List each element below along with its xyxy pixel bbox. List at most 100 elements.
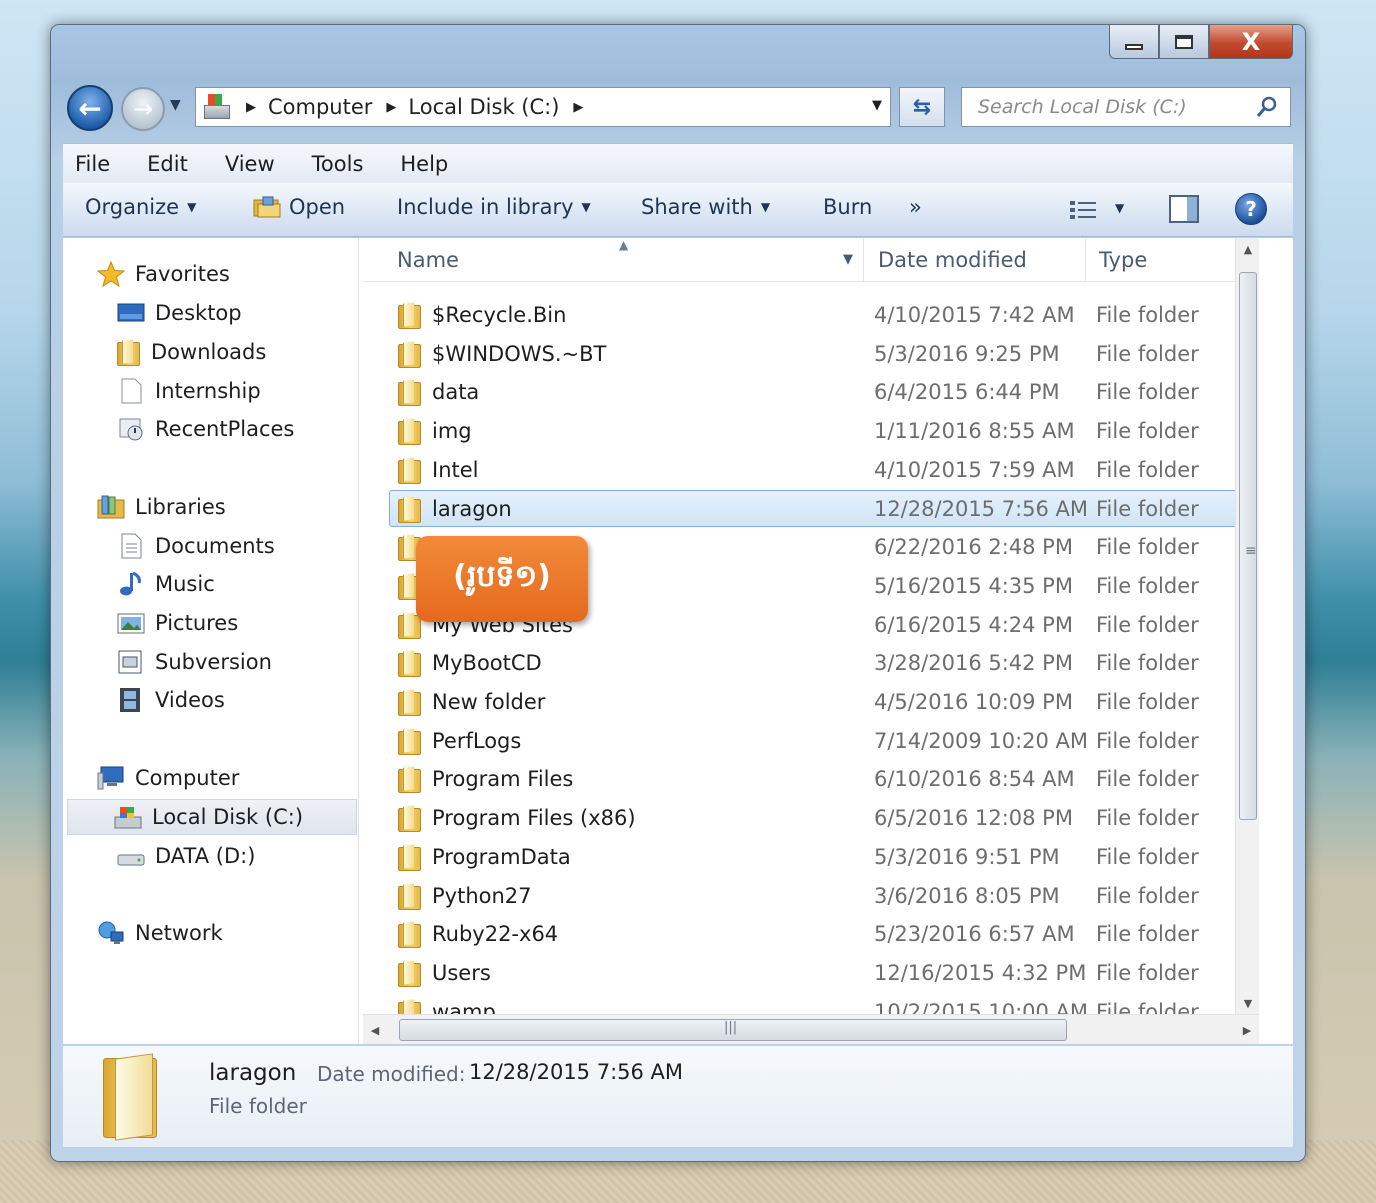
file-row[interactable]: Users 12/16/2015 4:32 PM File folder	[389, 954, 1259, 991]
refresh-icon: ⇆	[912, 94, 932, 120]
file-name: img	[432, 419, 472, 444]
file-row[interactable]: data 6/4/2015 6:44 PM File folder	[389, 373, 1259, 410]
file-row[interactable]: PerfLogs 7/14/2009 10:20 AM File folder	[389, 722, 1259, 759]
column-divider[interactable]	[1085, 238, 1086, 282]
refresh-button[interactable]: ⇆	[899, 87, 945, 127]
scroll-down-icon[interactable]: ▼	[1236, 992, 1259, 1014]
recent-pages-dropdown[interactable]: ▼	[170, 97, 181, 113]
address-bar[interactable]: ▶ Computer ▶ Local Disk (C:) ▶ ▼	[195, 87, 891, 127]
nav-group-libraries[interactable]: Libraries	[97, 489, 393, 525]
file-date-modified: 3/28/2016 5:42 PM	[874, 651, 1073, 676]
file-row[interactable]: Program Files 6/10/2016 8:54 AM File folde…	[389, 760, 1259, 797]
file-type: File folder	[1096, 767, 1199, 792]
sidebar-item-label: Internship	[155, 379, 261, 403]
file-row[interactable]: $Recycle.Bin 4/10/2015 7:42 AM File folder	[389, 296, 1259, 333]
forward-button[interactable]: →	[121, 87, 165, 131]
menu-help[interactable]: Help	[396, 152, 452, 176]
music-icon	[117, 571, 145, 597]
folder-icon	[398, 921, 422, 949]
change-view-icon[interactable]	[1069, 199, 1097, 221]
column-filter-dropdown-icon[interactable]: ▼	[843, 252, 853, 267]
column-header-date-modified[interactable]: Date modified	[878, 248, 1027, 272]
file-date-modified: 6/16/2015 4:24 PM	[874, 612, 1073, 637]
file-date-modified: 6/10/2016 8:54 AM	[874, 767, 1075, 792]
sidebar-item-label: Videos	[155, 688, 225, 712]
file-row[interactable]: laragon 12/28/2015 7:56 AM File folder	[389, 489, 1259, 527]
file-name: PerfLogs	[432, 728, 522, 753]
file-type: File folder	[1096, 457, 1199, 482]
back-button[interactable]: ←	[67, 85, 113, 131]
menu-bar: File Edit View Tools Help	[63, 143, 1293, 183]
file-row[interactable]: img 1/11/2016 8:55 AM File folder	[389, 412, 1259, 449]
file-row[interactable]: MyBootCD 3/28/2016 5:42 PM File folder	[389, 644, 1259, 681]
forward-arrow-icon: →	[132, 95, 154, 123]
search-input[interactable]	[976, 95, 1246, 119]
file-name: MyBootCD	[432, 651, 542, 676]
sidebar-item-label: Subversion	[155, 650, 272, 674]
breadcrumb-separator-icon[interactable]: ▶	[386, 100, 396, 115]
file-date-modified: 6/5/2016 12:08 PM	[874, 806, 1073, 831]
file-row[interactable]: ProgramData 5/3/2016 9:51 PM File folder	[389, 838, 1259, 875]
preview-pane-icon[interactable]	[1169, 195, 1199, 223]
menu-file[interactable]: File	[71, 152, 114, 176]
vertical-scroll-thumb[interactable]: ≡	[1239, 272, 1257, 820]
file-list-pane: ▲ Name ▼ Date modified Type $Recycle.Bin…	[363, 238, 1259, 1044]
open-button[interactable]: Open	[253, 195, 345, 219]
file-date-modified: 12/16/2015 4:32 PM	[874, 960, 1087, 985]
file-row[interactable]: Python27 3/6/2016 8:05 PM File folder	[389, 877, 1259, 914]
chevron-down-icon: ▼	[581, 200, 591, 214]
folder-icon	[103, 1054, 163, 1140]
desktop-icon	[117, 300, 145, 326]
nav-group-computer[interactable]: Computer	[97, 760, 393, 796]
folder-icon	[398, 496, 422, 523]
file-row[interactable]: Intel 4/10/2015 7:59 AM File folder	[389, 451, 1259, 488]
network-icon	[97, 920, 125, 946]
file-row[interactable]: Program Files (x86) 6/5/2016 12:08 PM File…	[389, 799, 1259, 836]
recent-places-icon	[117, 416, 145, 442]
nav-group-label: Favorites	[135, 262, 230, 286]
file-type: File folder	[1096, 651, 1199, 676]
column-header-name[interactable]: Name	[397, 248, 459, 272]
menu-edit[interactable]: Edit	[143, 152, 192, 176]
scroll-right-icon[interactable]: ▶	[1235, 1015, 1259, 1044]
address-dropdown-icon[interactable]: ▼	[872, 98, 882, 113]
horizontal-scrollbar[interactable]: ◀ ||| ▶	[363, 1014, 1259, 1044]
burn-button[interactable]: Burn	[823, 195, 872, 219]
file-date-modified: 4/10/2015 7:42 AM	[874, 303, 1075, 327]
close-button[interactable]: X	[1209, 25, 1293, 59]
system-drive-icon	[114, 804, 142, 830]
file-type: File folder	[1096, 380, 1199, 405]
menu-view[interactable]: View	[221, 152, 279, 176]
search-icon[interactable]	[1256, 96, 1278, 118]
more-commands-button[interactable]: »	[909, 195, 922, 219]
view-options-dropdown-icon[interactable]: ▼	[1115, 201, 1124, 215]
breadcrumb-computer[interactable]: Computer	[268, 95, 372, 119]
nav-group-favorites[interactable]: Favorites	[96, 256, 393, 292]
file-row[interactable]: $WINDOWS.~BT 5/3/2016 9:25 PM File folder	[389, 335, 1259, 372]
file-date-modified: 5/16/2015 4:35 PM	[874, 573, 1073, 598]
organize-button[interactable]: Organize ▼	[85, 195, 196, 219]
back-arrow-icon: ←	[78, 91, 102, 125]
scroll-up-icon[interactable]: ▲	[1236, 238, 1259, 260]
file-row[interactable]: New folder 4/5/2016 10:09 PM File folder	[389, 683, 1259, 720]
column-header-type[interactable]: Type	[1099, 248, 1147, 272]
file-name: Ruby22-x64	[432, 922, 559, 947]
horizontal-scroll-thumb[interactable]: |||	[399, 1019, 1067, 1041]
breadcrumb-separator-icon[interactable]: ▶	[246, 100, 256, 115]
include-in-library-button[interactable]: Include in library ▼	[397, 195, 591, 219]
file-name: Program Files (x86)	[432, 806, 636, 831]
menu-tools[interactable]: Tools	[308, 152, 368, 176]
scroll-left-icon[interactable]: ◀	[363, 1015, 387, 1044]
column-divider[interactable]	[863, 238, 864, 282]
breadcrumb-local-disk[interactable]: Local Disk (C:)	[408, 95, 559, 119]
sidebar-item-local-disk-c[interactable]: Local Disk (C:)	[67, 799, 357, 835]
help-icon[interactable]: ?	[1235, 193, 1267, 225]
minimize-button[interactable]	[1109, 25, 1159, 59]
maximize-button[interactable]	[1159, 25, 1209, 59]
breadcrumb-separator-icon[interactable]: ▶	[573, 100, 583, 115]
nav-group-network[interactable]: Network	[97, 915, 393, 951]
close-icon: X	[1241, 27, 1261, 56]
file-row[interactable]: Ruby22-x64 5/23/2016 6:57 AM File folder	[389, 915, 1259, 952]
vertical-scrollbar[interactable]: ▲ ≡ ▼	[1235, 238, 1259, 1014]
share-with-button[interactable]: Share with ▼	[641, 195, 770, 219]
